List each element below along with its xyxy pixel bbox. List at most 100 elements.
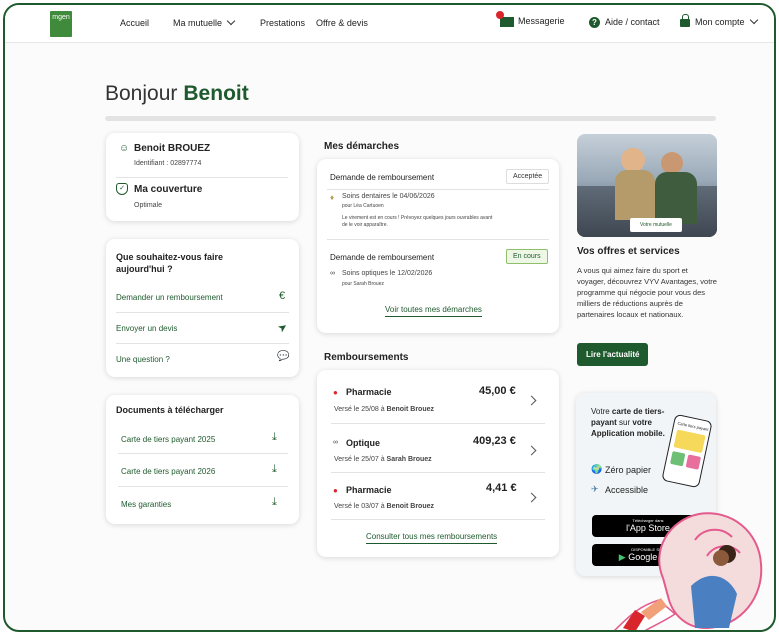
request-refund-link[interactable]: Demander un remboursement	[116, 293, 223, 302]
top-navigation: mgen Accueil Ma mutuelle Prestations Off…	[5, 5, 774, 43]
person-shape	[621, 148, 645, 172]
glasses-icon: ∞	[333, 439, 338, 446]
nav-ma-mutuelle[interactable]: Ma mutuelle	[173, 16, 236, 28]
tooth-icon: ♦	[330, 193, 335, 202]
divider	[118, 453, 288, 454]
demarche-detail: Soins optiques le 12/02/2026	[342, 270, 433, 277]
card-shape	[673, 429, 706, 454]
globe-icon: 🌍	[591, 464, 603, 474]
tile-shape	[685, 454, 702, 470]
read-news-button[interactable]: Lire l'actualité	[577, 343, 649, 366]
all-refunds-link[interactable]: Consulter tous mes remboursements	[366, 532, 498, 544]
nav-offre-devis[interactable]: Offre & devis	[316, 18, 368, 28]
glasses-icon: ∞	[330, 270, 335, 277]
remboursements-card: ● Pharmacie 45,00 € Versé le 25/08 à Ben…	[317, 370, 559, 557]
divider	[327, 189, 549, 190]
mgen-logo[interactable]: mgen	[50, 11, 72, 37]
chevron-right-icon	[526, 445, 537, 456]
refund-amount: 409,23 €	[473, 435, 516, 447]
coverage-title: Ma couverture	[134, 184, 203, 195]
quick-actions-title-2: aujourd'hui ?	[116, 264, 173, 274]
feature-zero-paper: Zéro papier	[605, 465, 652, 475]
profile-card: ☺ Benoit BROUEZ Identifiant : 02897774 ✓…	[106, 133, 299, 221]
header-divider	[105, 116, 716, 121]
nav-aide-contact[interactable]: ? Aide / contact	[589, 17, 660, 29]
divider	[116, 177, 288, 178]
download-icon[interactable]: ⤓	[272, 431, 277, 444]
page-greeting: Bonjour Benoit	[105, 82, 249, 105]
document-link-tiers-payant-2026[interactable]: Carte de tiers payant 2026	[121, 467, 215, 476]
demarche-note-2: de le voir apparaître.	[342, 222, 388, 228]
chevron-right-icon	[526, 395, 537, 406]
refund-label: Pharmacie	[346, 485, 392, 495]
divider	[327, 239, 549, 240]
refund-date: Versé le 25/07 à Sarah Brouez	[334, 456, 432, 463]
divider	[331, 519, 545, 520]
pill-icon: ●	[333, 388, 338, 397]
lock-icon	[680, 13, 690, 27]
refund-label: Pharmacie	[346, 387, 392, 397]
download-icon[interactable]: ⤓	[272, 496, 277, 509]
demarches-title: Mes démarches	[324, 141, 400, 152]
send-quote-link[interactable]: Envoyer un devis	[116, 324, 177, 333]
refund-amount: 45,00 €	[479, 385, 516, 397]
profile-name: Benoit BROUEZ	[134, 143, 211, 154]
divider	[331, 472, 545, 473]
document-link-tiers-payant-2025[interactable]: Carte de tiers payant 2025	[121, 435, 215, 444]
user-icon: ☺	[119, 143, 130, 154]
character-illustration	[613, 512, 763, 630]
refund-amount: 4,41 €	[486, 482, 517, 494]
download-icon[interactable]: ⤓	[272, 463, 277, 476]
divider	[116, 343, 289, 344]
promo-image-label: Votre mutuelle	[630, 218, 682, 232]
question-link[interactable]: Une question ?	[116, 355, 170, 364]
all-demarches-link[interactable]: Voir toutes mes démarches	[385, 305, 482, 317]
profile-id: Identifiant : 02897774	[134, 160, 202, 167]
divider	[331, 423, 545, 424]
remboursements-title: Remboursements	[324, 352, 409, 363]
refund-date: Versé le 03/07 à Benoit Brouez	[334, 503, 434, 510]
person-shape	[615, 170, 655, 220]
demarches-card: Demande de remboursement Acceptée ♦ Soin…	[317, 159, 559, 333]
divider	[116, 312, 289, 313]
demarche-detail: Soins dentaires le 04/06/2026	[342, 193, 435, 200]
offers-text: A vous qui aimez faire du sport et voyag…	[577, 266, 717, 319]
demarche-person: pour Sarah Brouez	[342, 281, 384, 287]
feature-accessible: Accessible	[605, 485, 649, 495]
status-badge: En cours	[506, 249, 548, 264]
documents-title: Documents à télécharger	[116, 405, 224, 415]
refund-label: Optique	[346, 438, 380, 448]
pill-icon: ●	[333, 486, 338, 495]
app-card-text: Votre carte de tiers- payant sur votre A…	[591, 407, 665, 438]
chevron-down-icon	[226, 16, 236, 26]
mail-icon	[496, 10, 514, 27]
quick-actions-card: Que souhaitez-vous faire aujourd'hui ? D…	[106, 239, 299, 377]
chevron-right-icon	[526, 492, 537, 503]
app-frame: mgen Accueil Ma mutuelle Prestations Off…	[3, 3, 776, 632]
chat-icon: 💬	[277, 351, 290, 362]
tile-shape	[669, 451, 686, 467]
help-icon: ?	[589, 17, 600, 29]
demarche-note: Le virement est en cours ! Prévoyez quel…	[342, 215, 493, 221]
document-link-garanties[interactable]: Mes garanties	[121, 500, 171, 509]
divider	[118, 486, 288, 487]
status-badge: Acceptée	[506, 169, 550, 184]
quick-actions-title: Que souhaitez-vous faire	[116, 252, 224, 262]
offers-title: Vos offres et services	[577, 246, 680, 257]
notification-badge	[496, 10, 504, 19]
demarche-person: pour Léa Cartuoen	[342, 203, 384, 209]
promo-image[interactable]: Votre mutuelle	[577, 134, 717, 237]
nav-messagerie[interactable]: Messagerie	[496, 10, 565, 27]
chevron-down-icon	[749, 15, 758, 25]
refund-date: Versé le 25/08 à Benoit Brouez	[334, 406, 434, 413]
send-icon: ➤	[275, 320, 291, 336]
demarche-type: Demande de remboursement	[330, 253, 435, 262]
nav-mon-compte[interactable]: Mon compte	[680, 13, 758, 27]
documents-card: Documents à télécharger Carte de tiers p…	[106, 395, 299, 524]
nav-accueil[interactable]: Accueil	[120, 18, 149, 28]
euro-icon: €	[279, 290, 286, 302]
person-shape	[661, 152, 683, 174]
plane-icon: ✈	[591, 484, 599, 494]
shield-icon: ✓	[116, 183, 128, 195]
nav-prestations[interactable]: Prestations	[260, 18, 305, 28]
